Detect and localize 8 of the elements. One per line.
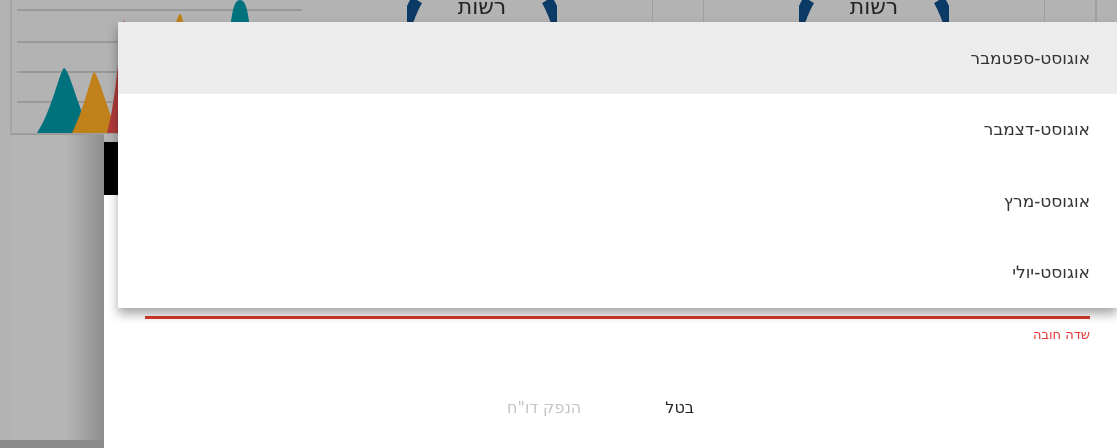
gauge-label: רשות	[849, 0, 899, 19]
menu-item[interactable]: אוגוסט-יולי	[118, 236, 1117, 308]
menu-item[interactable]: אוגוסט-ספטמבר	[118, 22, 1117, 94]
menu-item[interactable]: אוגוסט-מרץ	[118, 165, 1117, 237]
gauge-label: רשות	[457, 0, 507, 19]
dialog-button[interactable]: בטל	[653, 392, 706, 423]
menu-item[interactable]: אוגוסט-דצמבר	[118, 93, 1117, 165]
error-message: שדה חובה	[1032, 327, 1090, 342]
